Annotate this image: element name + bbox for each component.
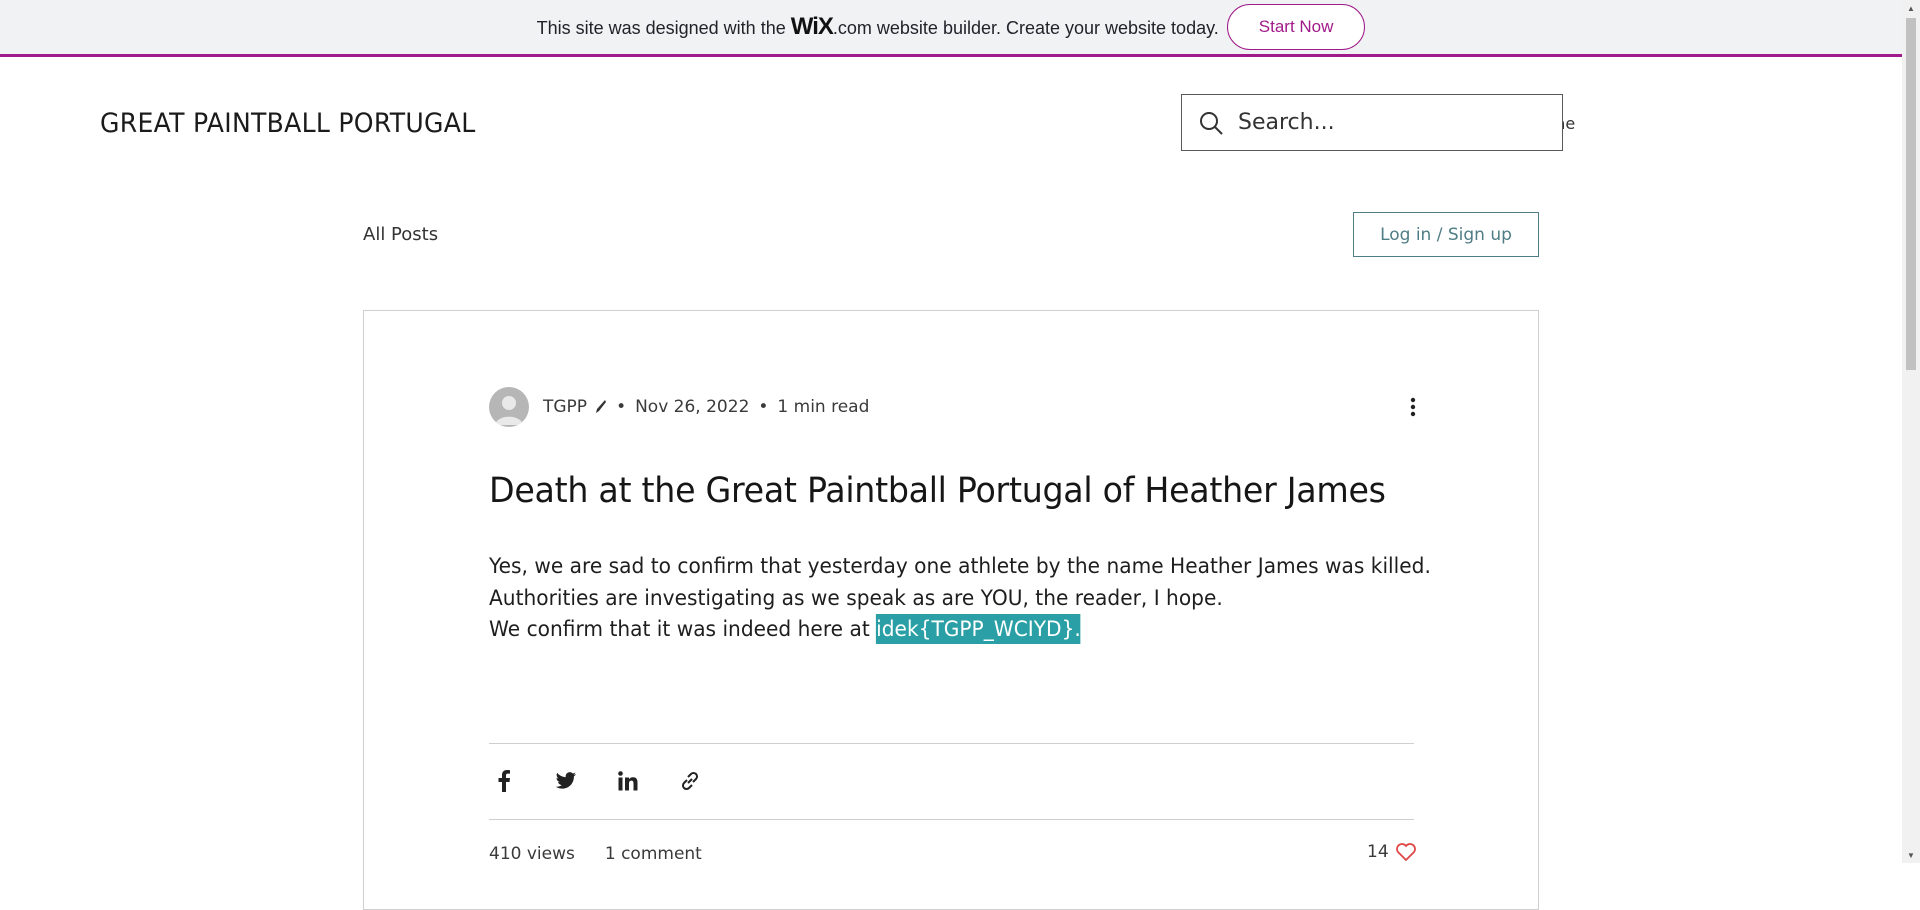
heart-icon[interactable]: [1395, 842, 1417, 862]
linkedin-icon[interactable]: [613, 766, 643, 796]
site-title[interactable]: GREAT PAINTBALL PORTUGAL: [100, 108, 475, 139]
search-icon: [1200, 111, 1223, 135]
login-signup-button[interactable]: Log in / Sign up: [1353, 212, 1539, 257]
banner-text: This site was designed with the WiX.com …: [537, 13, 1219, 41]
post-body: Yes, we are sad to confirm that yesterda…: [489, 551, 1449, 646]
post-date: Nov 26, 2022: [635, 397, 750, 417]
post-card: TGPP • Nov 26, 2022 • 1 min read Death a…: [363, 310, 1539, 910]
scroll-down-arrow-icon[interactable]: ▼: [1902, 847, 1920, 863]
likes[interactable]: 14: [1367, 842, 1417, 862]
divider: [489, 743, 1414, 744]
post-paragraph: Authorities are investigating as we spea…: [489, 585, 1223, 610]
wix-logo: WiX: [790, 13, 834, 40]
wix-banner: This site was designed with the WiX.com …: [0, 0, 1902, 57]
wix-dotcom: .com: [832, 18, 872, 38]
comments-count[interactable]: 1 comment: [605, 844, 702, 864]
post-paragraph-highlight-line: We confirm that it was indeed here at id…: [489, 614, 1411, 646]
all-posts-link[interactable]: All Posts: [363, 224, 438, 245]
post-title: Death at the Great Paintball Portugal of…: [489, 471, 1386, 511]
likes-count: 14: [1367, 842, 1389, 862]
writer-quill-icon: [596, 400, 607, 413]
banner-text-after: website builder. Create your website tod…: [876, 18, 1219, 38]
avatar-person-icon: [495, 396, 523, 425]
facebook-icon[interactable]: [489, 766, 519, 796]
more-actions-button[interactable]: [1399, 393, 1427, 421]
search-box[interactable]: [1181, 94, 1563, 151]
post-read-time: 1 min read: [777, 397, 870, 417]
post-stats: 410 views 1 comment: [489, 844, 702, 864]
banner-text-before: This site was designed with the: [536, 18, 786, 38]
views-count: 410 views: [489, 844, 575, 864]
post-line3-text: We confirm that it was indeed here at: [489, 617, 877, 641]
post-paragraph: Yes, we are sad to confirm that yesterda…: [489, 554, 1431, 578]
scroll-up-arrow-icon[interactable]: ▲: [1902, 0, 1920, 16]
selected-text-highlight: idek{TGPP_WCIYD}.: [876, 614, 1081, 644]
meta-separator-dot: •: [616, 397, 627, 417]
avatar[interactable]: [489, 387, 529, 427]
post-meta: TGPP • Nov 26, 2022 • 1 min read: [489, 386, 869, 428]
share-row: [489, 766, 705, 796]
link-icon[interactable]: [675, 766, 705, 796]
page-scrollbar[interactable]: ▲ ▼: [1902, 0, 1920, 863]
scroll-thumb[interactable]: [1906, 18, 1916, 370]
more-vertical-icon: [1410, 397, 1416, 417]
divider: [489, 819, 1414, 820]
meta-separator-dot: •: [758, 397, 769, 417]
search-input[interactable]: [1236, 109, 1550, 136]
start-now-button[interactable]: Start Now: [1226, 4, 1366, 50]
twitter-icon[interactable]: [551, 766, 581, 796]
post-author[interactable]: TGPP: [543, 397, 587, 417]
